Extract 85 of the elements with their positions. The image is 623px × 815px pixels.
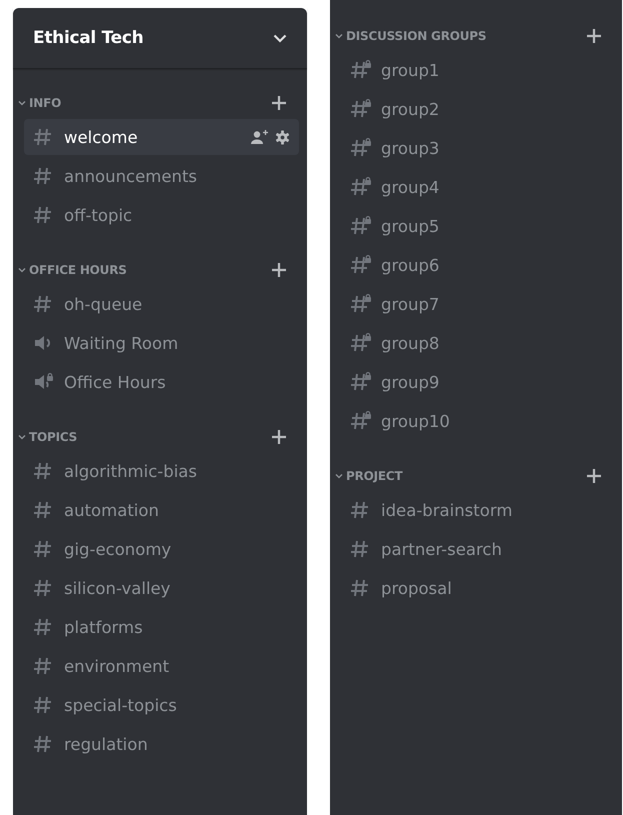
channel-item[interactable]: Waiting Room	[24, 325, 299, 361]
channel-name: group6	[381, 256, 440, 274]
channel-name: group1	[381, 60, 440, 80]
add-channel-icon[interactable]	[271, 262, 287, 278]
channel-name: announcements	[64, 166, 198, 186]
category-name[interactable]: DISCUSSION GROUPS	[346, 29, 586, 43]
channel-name: partner-search	[381, 540, 503, 558]
channel-name: group3	[381, 138, 440, 158]
channel-name: environment	[64, 656, 170, 676]
add-channel-icon[interactable]	[586, 468, 602, 484]
channel-name: algorithmic-bias	[64, 462, 198, 480]
channel-item[interactable]: group1	[341, 52, 614, 88]
add-channel-icon[interactable]	[271, 95, 287, 111]
channel-name: off-topic	[64, 206, 134, 224]
channel-item[interactable]: Office Hours	[24, 364, 299, 400]
channel-item[interactable]: partner-search	[341, 531, 614, 567]
channel-name: oh-queue	[64, 294, 144, 314]
channel-item[interactable]: gig-economy	[24, 531, 299, 567]
channel-item[interactable]: regulation	[24, 726, 299, 762]
channel-item[interactable]: group7	[341, 286, 614, 322]
hash-lock-icon	[350, 333, 372, 353]
channel-name: proposal	[381, 578, 453, 598]
channel-item[interactable]: group3	[341, 130, 614, 166]
add-channel-icon[interactable]	[586, 28, 602, 44]
channel-item[interactable]: environment	[24, 648, 299, 684]
server-name: Ethical Tech	[33, 28, 144, 48]
channel-item[interactable]: group4	[341, 169, 614, 205]
channel-item[interactable]: idea-brainstorm	[341, 492, 614, 528]
speaker-lock-icon	[33, 372, 55, 392]
settings-icon[interactable]	[275, 130, 290, 144]
channel-item[interactable]: automation	[24, 492, 299, 528]
channel-name: group9	[381, 372, 440, 392]
chevron-down-icon[interactable]	[18, 100, 26, 106]
channel-name: gig-economy	[64, 540, 172, 558]
channel-name: Waiting Room	[64, 334, 180, 352]
channel-item[interactable]: oh-queue	[24, 286, 299, 322]
category-name[interactable]: PROJECT	[346, 469, 586, 483]
hash-lock-icon	[350, 177, 372, 197]
channel-item[interactable]: proposal	[341, 570, 614, 606]
channel-name: platforms	[64, 618, 144, 636]
category-name[interactable]: OFFICE HOURS	[29, 263, 271, 277]
hash-lock-icon	[350, 294, 372, 314]
channel-name: group2	[381, 100, 440, 118]
hash-lock-icon	[350, 255, 372, 275]
channel-item[interactable]: group2	[341, 91, 614, 127]
add-person-icon[interactable]	[251, 130, 269, 144]
channel-item[interactable]: platforms	[24, 609, 299, 645]
category-name[interactable]: INFO	[29, 96, 271, 110]
server-header[interactable]: Ethical Tech	[13, 8, 307, 69]
chevron-down-icon[interactable]	[335, 33, 343, 39]
add-channel-icon[interactable]	[271, 429, 287, 445]
channel-name: idea-brainstorm	[381, 500, 514, 520]
chevron-down-icon[interactable]	[18, 267, 26, 273]
channel-item[interactable]: announcements	[24, 158, 299, 194]
channel-name: automation	[64, 500, 160, 520]
channel-item[interactable]: group6	[341, 247, 614, 283]
channel-item[interactable]: group8	[341, 325, 614, 361]
channel-item[interactable]: silicon-valley	[24, 570, 299, 606]
channel-item[interactable]: group10	[341, 403, 614, 439]
chevron-down-icon	[273, 34, 287, 42]
channel-item[interactable]: welcome	[24, 119, 299, 155]
channel-name: group8	[381, 334, 440, 352]
hash-lock-icon	[350, 60, 372, 80]
hash-lock-icon	[350, 411, 372, 431]
channel-name: regulation	[64, 734, 149, 754]
channel-item[interactable]: group9	[341, 364, 614, 400]
channel-item[interactable]: off-topic	[24, 197, 299, 233]
channel-item[interactable]: special-topics	[24, 687, 299, 723]
channel-name: silicon-valley	[64, 578, 172, 598]
channel-item[interactable]: group5	[341, 208, 614, 244]
channel-name: Office Hours	[64, 372, 167, 392]
hash-lock-icon	[350, 372, 372, 392]
chevron-down-icon[interactable]	[335, 473, 343, 479]
channel-name: special-topics	[64, 696, 178, 714]
category-name[interactable]: TOPICS	[29, 430, 271, 444]
channel-item[interactable]: algorithmic-bias	[24, 453, 299, 489]
chevron-down-icon[interactable]	[18, 434, 26, 440]
hash-lock-icon	[350, 138, 372, 158]
channel-name: group7	[381, 294, 440, 314]
channel-name: welcome	[64, 128, 139, 146]
hash-lock-icon	[350, 216, 372, 236]
channel-name: group5	[381, 216, 440, 236]
channel-name: group4	[381, 178, 440, 196]
hash-lock-icon	[350, 99, 372, 119]
channel-name: group10	[381, 412, 451, 430]
